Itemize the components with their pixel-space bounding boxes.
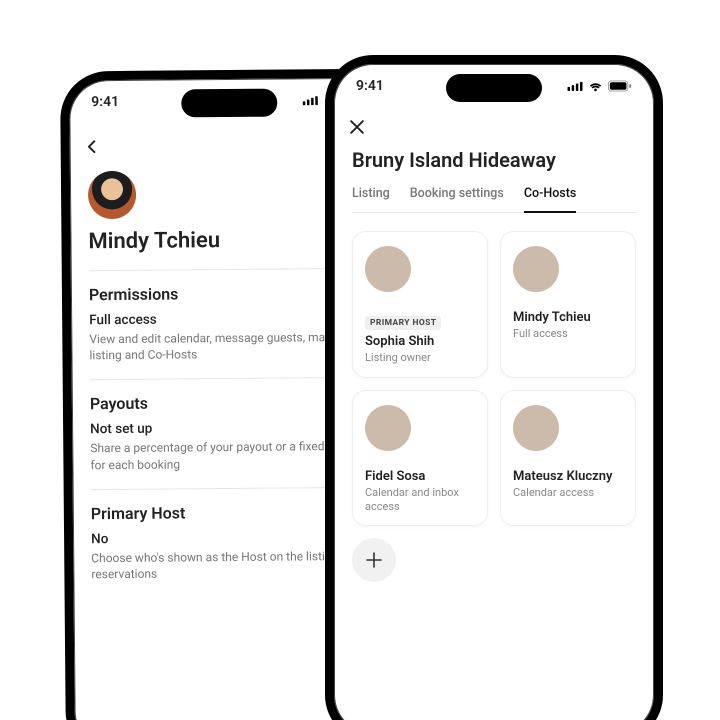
cohost-card[interactable]: Mateusz Kluczny Calendar access bbox=[500, 390, 636, 527]
battery-icon bbox=[608, 80, 632, 92]
profile-avatar bbox=[88, 171, 136, 219]
cohost-role: Calendar access bbox=[513, 486, 623, 500]
cohost-role: Calendar and inbox access bbox=[365, 486, 475, 514]
tab-listing[interactable]: Listing bbox=[352, 186, 390, 212]
cohost-card[interactable]: Fidel Sosa Calendar and inbox access bbox=[352, 390, 488, 527]
dynamic-island bbox=[446, 74, 542, 102]
avatar bbox=[365, 246, 411, 292]
tabs: Listing Booking settings Co-Hosts bbox=[352, 186, 636, 213]
cohost-name: Sophia Shih bbox=[365, 334, 475, 349]
cohost-card[interactable]: PRIMARY HOST Sophia Shih Listing owner bbox=[352, 231, 488, 378]
cellular-icon bbox=[567, 81, 583, 91]
plus-icon bbox=[365, 551, 383, 569]
cohost-role: Full access bbox=[513, 327, 623, 341]
page-title: Bruny Island Hideaway bbox=[352, 148, 636, 172]
tab-booking-settings[interactable]: Booking settings bbox=[410, 186, 504, 212]
cohost-grid: PRIMARY HOST Sophia Shih Listing owner M… bbox=[352, 231, 636, 526]
close-button[interactable] bbox=[350, 120, 636, 138]
cellular-icon bbox=[302, 95, 318, 105]
cohost-name: Fidel Sosa bbox=[365, 469, 475, 484]
add-cohost-button[interactable] bbox=[352, 538, 396, 582]
dynamic-island bbox=[181, 89, 277, 118]
primary-host-badge: PRIMARY HOST bbox=[365, 316, 441, 330]
phone-cohosts-list: 9:41 Bruny Island Hideaway Listing Booki… bbox=[325, 55, 663, 720]
cohost-card[interactable]: Mindy Tchieu Full access bbox=[500, 231, 636, 378]
tab-cohosts[interactable]: Co-Hosts bbox=[524, 186, 577, 213]
avatar bbox=[365, 405, 411, 451]
chevron-left-icon bbox=[86, 140, 99, 153]
close-icon bbox=[350, 120, 364, 134]
avatar bbox=[513, 246, 559, 292]
status-icons bbox=[567, 80, 632, 92]
cohost-role: Listing owner bbox=[365, 351, 475, 365]
status-time: 9:41 bbox=[91, 94, 119, 110]
wifi-icon bbox=[588, 81, 603, 92]
status-time: 9:41 bbox=[356, 78, 384, 94]
avatar bbox=[513, 405, 559, 451]
cohost-name: Mindy Tchieu bbox=[513, 310, 623, 325]
cohost-name: Mateusz Kluczny bbox=[513, 469, 623, 484]
